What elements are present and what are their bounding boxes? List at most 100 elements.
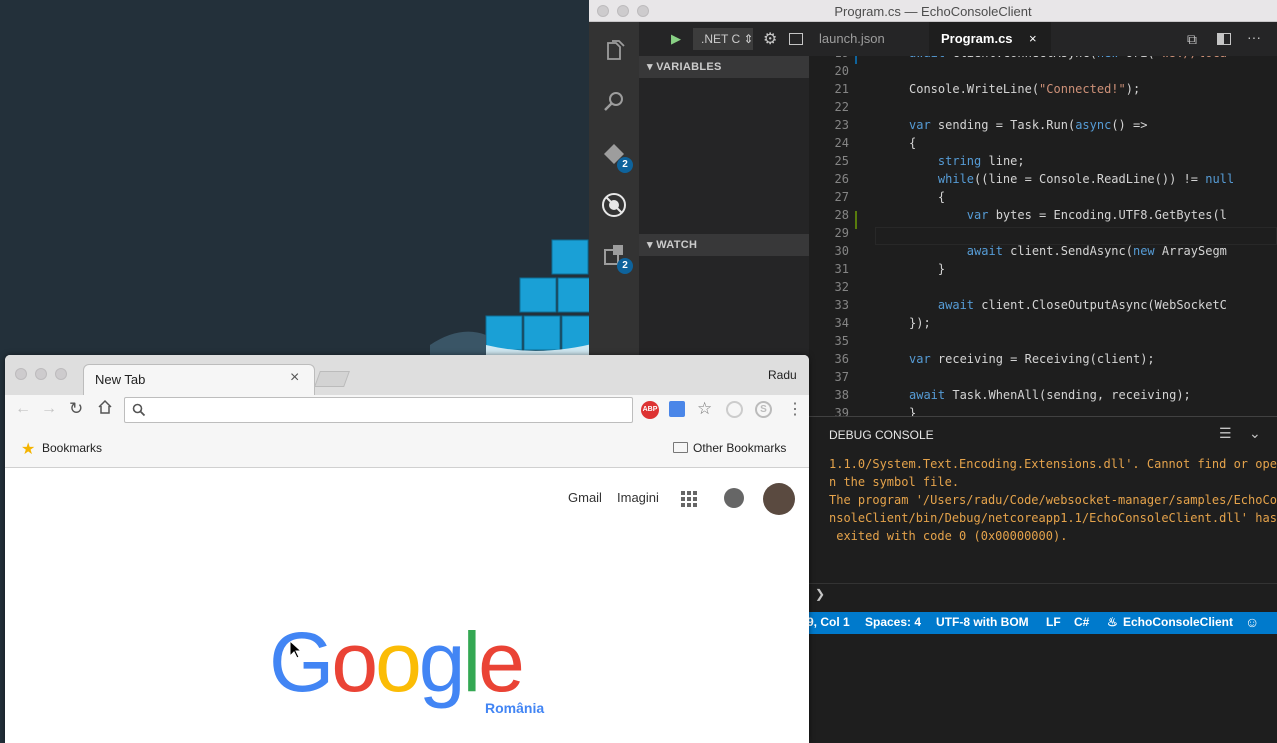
more-actions-icon[interactable]: ··· xyxy=(1247,29,1261,45)
apps-grid-icon[interactable] xyxy=(681,491,697,507)
tab-new-tab[interactable]: New Tab × xyxy=(83,364,315,395)
tab-label: Program.cs xyxy=(941,31,1013,46)
adblock-plus-icon[interactable]: ABP xyxy=(641,401,659,419)
code-line: { xyxy=(909,136,917,150)
console-input[interactable] xyxy=(833,585,1263,605)
split-editor-icon[interactable] xyxy=(1217,33,1231,45)
indentation-status[interactable]: Spaces: 4 xyxy=(865,615,921,629)
close-icon[interactable]: × xyxy=(290,369,299,387)
logo-letter: o xyxy=(331,615,378,709)
source-control-badge: 2 xyxy=(617,157,633,173)
vscode-titlebar: Program.cs — EchoConsoleClient xyxy=(589,0,1277,22)
watch-section-header[interactable]: ▾ WATCH xyxy=(639,234,809,256)
code-line: var receiving = Receiving(client); xyxy=(909,352,1155,366)
feedback-smiley-icon[interactable]: ☺ xyxy=(1245,614,1259,630)
line-number: 34 xyxy=(834,316,849,330)
docker-whale-icon xyxy=(430,239,600,360)
tab-program-cs[interactable]: Program.cs × xyxy=(929,22,1051,56)
code-line: }); xyxy=(909,316,931,330)
code-line: await client.CloseOutputAsync(WebSocketC xyxy=(937,298,1227,312)
google-logo-text: Google xyxy=(269,614,525,711)
cursor-position[interactable]: 9, Col 1 xyxy=(807,615,850,629)
bookmark-star-icon[interactable]: ☆ xyxy=(697,399,712,419)
editor-tabs: launch.json Program.cs × ⧉ ··· xyxy=(809,22,1277,56)
variables-section-header[interactable]: ▾ VARIABLES xyxy=(639,56,809,78)
line-number: 32 xyxy=(834,280,849,294)
tab-title: New Tab xyxy=(95,372,146,387)
line-number: 31 xyxy=(834,262,849,276)
start-debugging-icon[interactable]: ▶ xyxy=(671,31,681,47)
logo-letter: e xyxy=(478,615,525,709)
line-number: 26 xyxy=(834,172,849,186)
notifications-bell-icon[interactable] xyxy=(724,488,744,508)
source-control-icon[interactable]: 2 xyxy=(599,139,633,173)
debug-icon[interactable] xyxy=(599,190,629,220)
console-line: exited with code 0 (0x00000000). xyxy=(829,529,1068,543)
code-line: await client.SendAsync(new ArraySegm xyxy=(966,244,1227,258)
code-line: var sending = Task.Run(async() => xyxy=(909,118,1148,132)
images-link[interactable]: Imagini xyxy=(617,490,659,505)
search-icon[interactable] xyxy=(599,86,629,116)
profile-name[interactable]: Radu xyxy=(768,368,797,382)
code-line: var bytes = Encoding.UTF8.GetBytes(l xyxy=(966,208,1227,222)
reload-icon[interactable]: ↻ xyxy=(69,399,83,419)
line-number: 22 xyxy=(834,100,849,114)
bookmarks-bar: ★ Bookmarks Other Bookmarks xyxy=(5,428,809,468)
tab-launch-json[interactable]: launch.json xyxy=(819,22,929,56)
language-status[interactable]: C# xyxy=(1074,615,1089,629)
extensions-icon[interactable]: 2 xyxy=(599,240,633,274)
line-number: 20 xyxy=(834,64,849,78)
forward-icon[interactable]: → xyxy=(41,400,57,418)
star-icon: ★ xyxy=(21,441,36,458)
code-line: } xyxy=(909,262,946,276)
other-bookmarks-button[interactable]: Other Bookmarks xyxy=(693,441,786,455)
back-icon[interactable]: ← xyxy=(15,400,31,418)
encoding-status[interactable]: UTF-8 with BOM xyxy=(936,615,1029,629)
new-tab-page: Gmail Imagini Google România xyxy=(5,468,809,743)
home-icon[interactable] xyxy=(97,399,113,420)
folder-icon xyxy=(673,442,688,453)
google-logo: Google România xyxy=(269,614,559,724)
chrome-tabstrip: New Tab × Radu xyxy=(5,355,809,395)
bookmarks-button[interactable]: Bookmarks xyxy=(42,441,102,455)
logo-letter: g xyxy=(418,615,466,709)
line-number: 29 xyxy=(834,226,849,240)
panel-title: DEBUG CONSOLE xyxy=(829,428,934,442)
open-changes-icon[interactable]: ⧉ xyxy=(1187,31,1197,48)
line-number: 28 xyxy=(834,208,849,222)
menu-kebab-icon[interactable]: ⋮ xyxy=(787,399,803,419)
minimize-window-button[interactable] xyxy=(35,368,47,380)
close-window-button[interactable] xyxy=(15,368,27,380)
chrome-window: New Tab × Radu ← → ↻ ABP ☆ S ⋮ ★ Bookmar… xyxy=(5,355,809,743)
code-editor[interactable]: 19 await client.ConnectAsync(new Uri("ws:… xyxy=(809,56,1277,416)
translate-icon[interactable] xyxy=(669,401,685,417)
line-number: 24 xyxy=(834,136,849,150)
gmail-link[interactable]: Gmail xyxy=(568,490,602,505)
watch-label: WATCH xyxy=(656,239,698,251)
collapse-panel-icon[interactable]: ⌄ xyxy=(1249,425,1261,442)
avatar[interactable] xyxy=(763,483,795,515)
line-number: 25 xyxy=(834,154,849,168)
chrome-toolbar: ← → ↻ ABP ☆ S ⋮ xyxy=(5,395,809,428)
code-line: await client.ConnectAsync(new Uri("ws://… xyxy=(909,56,1227,60)
eol-status[interactable]: LF xyxy=(1046,615,1061,629)
project-status[interactable]: EchoConsoleClient xyxy=(1123,615,1233,629)
close-icon[interactable]: × xyxy=(1029,22,1037,56)
omnibox[interactable] xyxy=(124,397,633,423)
extension-circle-icon[interactable] xyxy=(726,401,743,418)
extensions-badge: 2 xyxy=(617,258,633,274)
new-tab-button[interactable] xyxy=(314,371,350,387)
debug-config-select[interactable]: .NET C ⇕ xyxy=(693,28,753,50)
gear-icon[interactable]: ⚙ xyxy=(763,29,777,49)
skype-icon[interactable]: S xyxy=(755,401,772,418)
flame-icon: ♨ xyxy=(1107,615,1118,629)
line-number: 33 xyxy=(834,298,849,312)
explorer-icon[interactable] xyxy=(599,36,629,66)
console-line: 1.1.0/System.Text.Encoding.Extensions.dl… xyxy=(829,457,1277,471)
line-number: 21 xyxy=(834,82,849,96)
line-number: 36 xyxy=(834,352,849,366)
debug-console-icon[interactable] xyxy=(789,33,804,45)
line-number: 38 xyxy=(834,388,849,402)
clear-console-icon[interactable]: ☰ xyxy=(1219,425,1232,442)
zoom-window-button[interactable] xyxy=(55,368,67,380)
